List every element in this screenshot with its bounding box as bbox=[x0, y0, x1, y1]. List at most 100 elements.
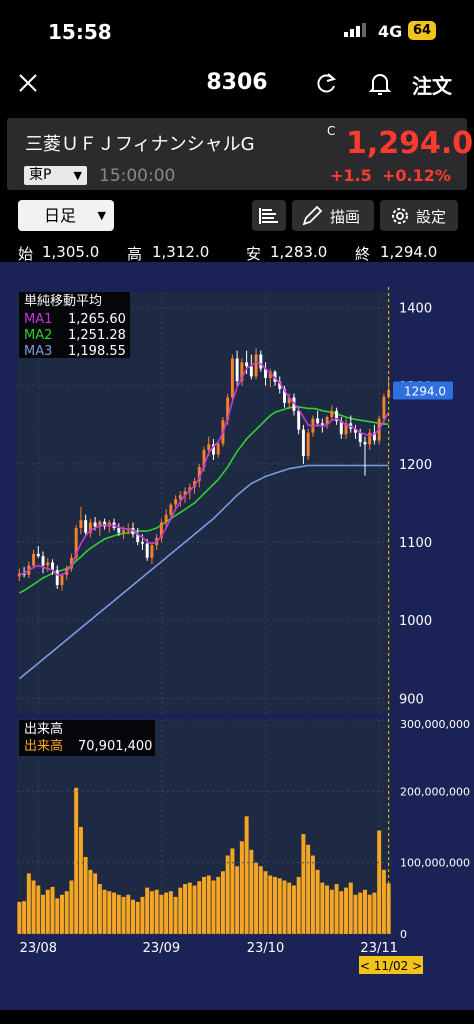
volume-bar[interactable] bbox=[358, 892, 363, 934]
volume-bar[interactable] bbox=[126, 894, 131, 934]
volume-bar[interactable] bbox=[112, 892, 117, 934]
volume-bar[interactable] bbox=[83, 856, 88, 934]
candle-body[interactable] bbox=[117, 528, 121, 533]
candle-body[interactable] bbox=[245, 362, 249, 367]
volume-bar[interactable] bbox=[310, 855, 315, 934]
volume-bar[interactable] bbox=[315, 869, 320, 934]
volume-bar[interactable] bbox=[121, 896, 126, 934]
indicator-list-button[interactable] bbox=[252, 200, 286, 231]
order-button[interactable]: 注文 bbox=[412, 70, 452, 99]
candle-body[interactable] bbox=[358, 432, 362, 443]
volume-bar[interactable] bbox=[282, 880, 287, 935]
volume-bar[interactable] bbox=[367, 894, 372, 934]
period-select[interactable]: 日足 ▼ bbox=[18, 200, 114, 231]
candle-body[interactable] bbox=[55, 570, 59, 586]
volume-bar[interactable] bbox=[244, 816, 249, 934]
volume-bar[interactable] bbox=[291, 885, 296, 934]
candle-body[interactable] bbox=[93, 522, 97, 527]
volume-bar[interactable] bbox=[329, 889, 334, 934]
volume-bar[interactable] bbox=[353, 894, 358, 934]
volume-bar[interactable] bbox=[93, 873, 98, 934]
volume-bar[interactable] bbox=[102, 889, 107, 934]
volume-bar[interactable] bbox=[277, 878, 282, 934]
volume-bar[interactable] bbox=[202, 876, 206, 934]
volume-bar[interactable] bbox=[107, 891, 112, 934]
draw-button[interactable]: 描画 bbox=[292, 200, 374, 231]
market-select[interactable]: 東P ▼ bbox=[24, 166, 87, 185]
candle-body[interactable] bbox=[41, 556, 45, 566]
volume-bar[interactable] bbox=[225, 855, 230, 934]
volume-bar[interactable] bbox=[306, 844, 311, 934]
volume-bar[interactable] bbox=[183, 884, 188, 934]
volume-bar[interactable] bbox=[78, 827, 83, 934]
volume-bar[interactable] bbox=[381, 869, 386, 934]
volume-bar[interactable] bbox=[239, 841, 244, 934]
volume-bar[interactable] bbox=[187, 882, 192, 934]
candle-body[interactable] bbox=[259, 354, 263, 369]
candle-body[interactable] bbox=[169, 504, 173, 515]
volume-bar[interactable] bbox=[254, 862, 259, 934]
volume-bar[interactable] bbox=[301, 834, 306, 934]
refresh-icon[interactable] bbox=[314, 72, 338, 96]
candle-body[interactable] bbox=[330, 410, 334, 418]
candle-body[interactable] bbox=[145, 543, 149, 558]
volume-bar[interactable] bbox=[130, 899, 135, 934]
volume-bar[interactable] bbox=[235, 866, 240, 934]
candle-body[interactable] bbox=[122, 530, 125, 533]
volume-bar[interactable] bbox=[26, 873, 31, 934]
candle-body[interactable] bbox=[382, 396, 386, 419]
candle-body[interactable] bbox=[174, 499, 178, 505]
volume-bar[interactable] bbox=[36, 885, 41, 934]
candle-body[interactable] bbox=[178, 495, 182, 500]
volume-bar[interactable] bbox=[296, 876, 301, 934]
candle-body[interactable] bbox=[297, 410, 301, 430]
candle-body[interactable] bbox=[316, 418, 320, 424]
volume-bar[interactable] bbox=[154, 889, 159, 934]
candle-body[interactable] bbox=[216, 443, 220, 455]
volume-bar[interactable] bbox=[168, 891, 173, 934]
volume-bar[interactable] bbox=[64, 891, 69, 934]
volume-bar[interactable] bbox=[268, 875, 273, 934]
candle-body[interactable] bbox=[164, 514, 168, 523]
candle-body[interactable] bbox=[60, 574, 64, 586]
volume-bar[interactable] bbox=[135, 901, 140, 934]
volume-bar[interactable] bbox=[88, 869, 93, 934]
volume-bar[interactable] bbox=[41, 894, 46, 934]
candle-body[interactable] bbox=[46, 562, 50, 566]
candle-body[interactable] bbox=[230, 358, 234, 398]
candle-body[interactable] bbox=[140, 542, 144, 544]
volume-bar[interactable] bbox=[287, 882, 292, 934]
candle-body[interactable] bbox=[249, 366, 253, 377]
candle-body[interactable] bbox=[32, 553, 36, 566]
volume-bar[interactable] bbox=[325, 885, 330, 934]
candle-body[interactable] bbox=[320, 423, 324, 425]
volume-bar[interactable] bbox=[50, 886, 55, 934]
candle-body[interactable] bbox=[363, 442, 367, 445]
volume-bar[interactable] bbox=[145, 887, 150, 934]
volume-bar[interactable] bbox=[69, 880, 74, 935]
chart-svg[interactable]: 1400130012001100100090023/0823/0923/1023… bbox=[0, 262, 474, 1010]
volume-bar[interactable] bbox=[22, 901, 27, 934]
volume-bar[interactable] bbox=[263, 871, 268, 934]
volume-bar[interactable] bbox=[372, 892, 377, 934]
volume-bar[interactable] bbox=[116, 894, 121, 934]
volume-bar[interactable] bbox=[59, 894, 64, 934]
volume-bar[interactable] bbox=[211, 880, 216, 935]
volume-bar[interactable] bbox=[97, 884, 102, 934]
volume-bar[interactable] bbox=[140, 896, 145, 934]
volume-bar[interactable] bbox=[220, 871, 225, 934]
volume-bar[interactable] bbox=[320, 882, 325, 934]
volume-bar[interactable] bbox=[45, 889, 50, 934]
candle-body[interactable] bbox=[79, 520, 83, 529]
candle-body[interactable] bbox=[235, 358, 239, 382]
candle-body[interactable] bbox=[84, 520, 88, 533]
candle-body[interactable] bbox=[207, 444, 211, 450]
volume-bar[interactable] bbox=[377, 830, 382, 934]
volume-bar[interactable] bbox=[339, 891, 344, 934]
volume-bar[interactable] bbox=[149, 891, 154, 934]
volume-bar[interactable] bbox=[206, 875, 211, 934]
volume-bar[interactable] bbox=[362, 889, 367, 934]
volume-bar[interactable] bbox=[273, 876, 278, 934]
volume-bar[interactable] bbox=[334, 884, 339, 934]
candle-body[interactable] bbox=[150, 545, 154, 558]
